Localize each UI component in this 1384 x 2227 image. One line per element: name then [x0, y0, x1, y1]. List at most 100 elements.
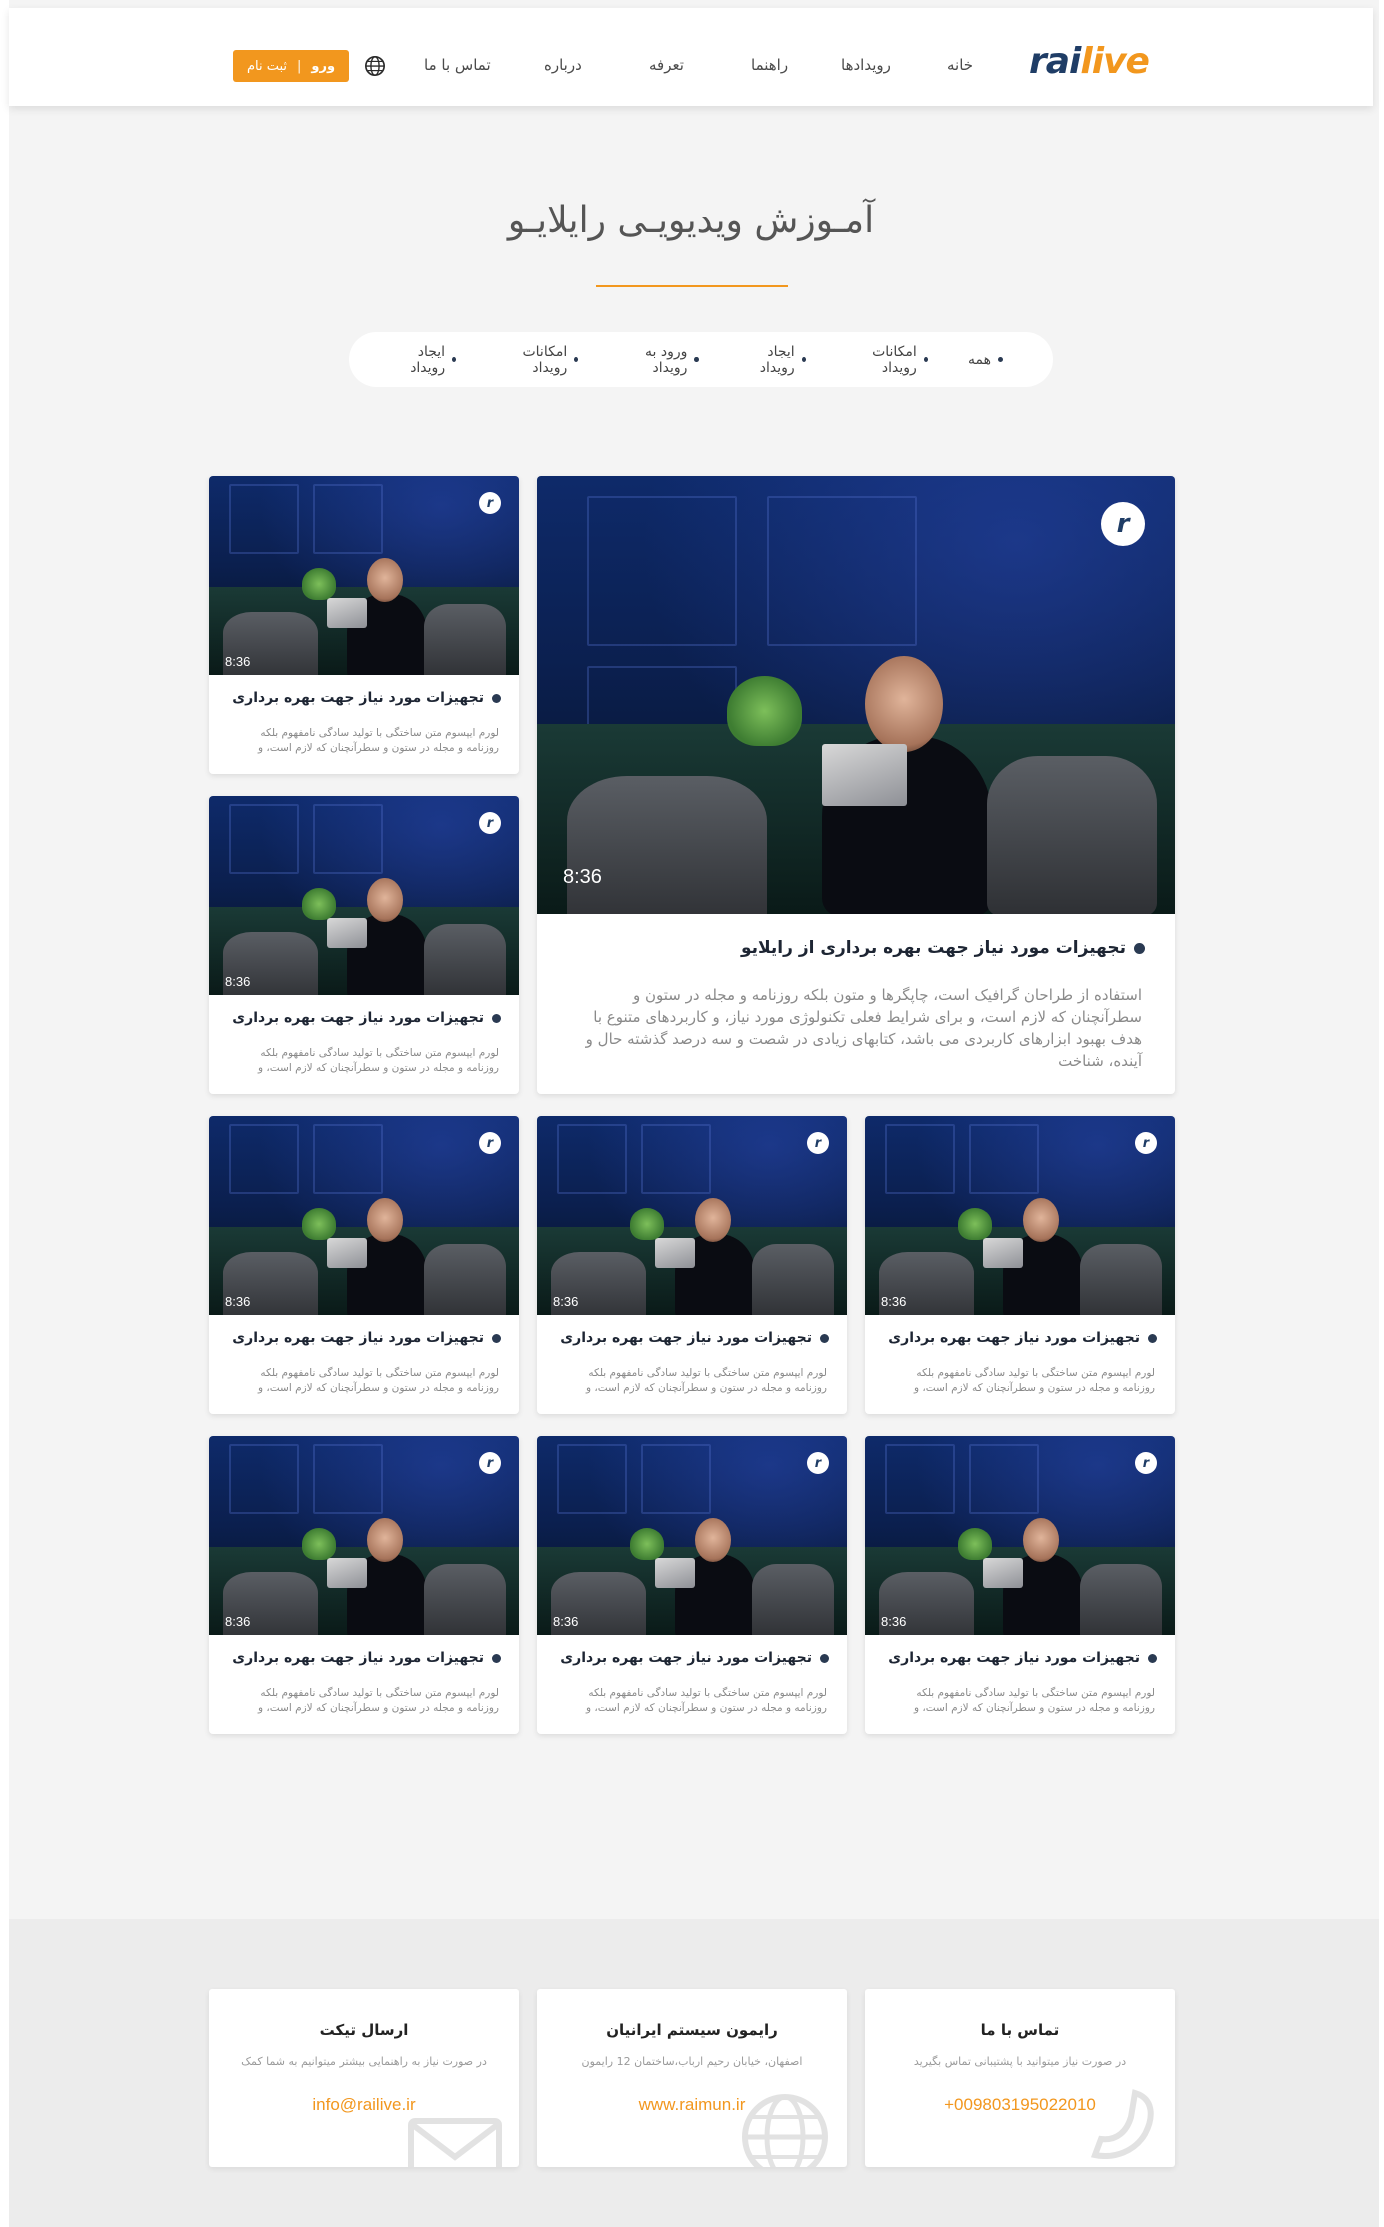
video-title-text: تجهیزات مورد نیاز جهت بهره برداری از رای… [740, 938, 1126, 958]
video-title: تجهیزات مورد نیاز جهت بهره برداری [560, 1330, 829, 1346]
video-thumbnail[interactable]: r 8:36 [209, 476, 519, 675]
video-thumbnail[interactable]: r 8:36 [537, 1436, 847, 1635]
bullet-icon [820, 1333, 829, 1343]
auth-button[interactable]: ورو | ثبت نام [233, 50, 349, 82]
bullet-icon [1134, 942, 1145, 954]
auth-separator: | [297, 58, 302, 74]
globe-icon[interactable] [364, 55, 386, 77]
filter-label: ایجاد رویداد [759, 343, 795, 376]
page-title: آمـوزش ویدیویـی رایلایـو [507, 200, 875, 241]
video-title: تجهیزات مورد نیاز جهت بهره برداری [888, 1650, 1157, 1666]
featured-video-card[interactable]: r 8:36 تجهیزات مورد نیاز جهت بهره برداری… [537, 476, 1175, 1094]
logo[interactable]: rai live [1029, 41, 1150, 82]
video-duration: 8:36 [225, 1614, 251, 1629]
bullet-icon [492, 693, 501, 703]
brand-badge-icon: r [807, 1452, 829, 1474]
footer-card-description: در صورت نیاز میتوانید با پشتیبانی تماس ب… [913, 2055, 1127, 2068]
nav-item-events[interactable]: رویدادها [841, 56, 891, 74]
filter-all[interactable]: همه [968, 352, 1003, 368]
video-title: تجهیزات مورد نیاز جهت بهره برداری [232, 690, 501, 706]
video-description: لورم ایپسوم متن ساختگی با تولید سادگی نا… [257, 727, 499, 754]
video-description: لورم ایپسوم متن ساختگی با تولید سادگی نا… [585, 1687, 827, 1714]
video-thumbnail[interactable]: r 8:36 [865, 1116, 1175, 1315]
brand-badge-icon: r [479, 492, 501, 514]
video-thumbnail[interactable]: r 8:36 [209, 1436, 519, 1635]
video-thumbnail[interactable]: r 8:36 [537, 476, 1175, 914]
bullet-icon [923, 357, 929, 362]
brand-badge-icon: r [807, 1132, 829, 1154]
video-title-text: تجهیزات مورد نیاز جهت بهره برداری [232, 690, 484, 706]
filter-label: امکانات رویداد [522, 343, 568, 376]
video-duration: 8:36 [563, 866, 602, 888]
video-card[interactable]: r 8:36 تجهیزات مورد نیاز جهت بهره برداری… [865, 1436, 1175, 1734]
video-card[interactable]: r 8:36 تجهیزات مورد نیاز جهت بهره برداری… [537, 1116, 847, 1414]
video-description: استفاده از طراحان گرافیک است، چاپگرها و … [585, 986, 1142, 1070]
login-link[interactable]: ورو [311, 59, 335, 74]
filter-create-event[interactable]: ایجاد رویداد [739, 344, 806, 376]
footer-card-title: ارسال تیکت [319, 2021, 409, 2039]
nav-item-guide[interactable]: راهنما [751, 56, 788, 74]
video-title: تجهیزات مورد نیاز جهت بهره برداری [888, 1330, 1157, 1346]
filter-label: امکانات رویداد [872, 343, 917, 376]
bullet-icon [801, 357, 806, 362]
brand-badge-icon: r [1135, 1452, 1157, 1474]
video-card[interactable]: r 8:36 تجهیزات مورد نیاز جهت بهره برداری… [209, 1436, 519, 1734]
video-card[interactable]: r 8:36 تجهیزات مورد نیاز جهت بهره برداری… [537, 1436, 847, 1734]
footer-card-description: در صورت نیاز به راهنمایی بیشتر میتوانیم … [241, 2055, 487, 2068]
globe-icon [742, 2094, 828, 2167]
video-thumbnail[interactable]: r 8:36 [537, 1116, 847, 1315]
nav-item-home[interactable]: خانه [947, 56, 973, 74]
filter-event-features-2[interactable]: امکانات رویداد [496, 343, 579, 376]
title-underline [596, 285, 788, 287]
video-duration: 8:36 [881, 1294, 907, 1309]
video-description: لورم ایپسوم متن ساختگی با تولید سادگی نا… [257, 1047, 499, 1074]
nav-item-pricing[interactable]: تعرفه [649, 56, 684, 74]
video-card[interactable]: r 8:36 تجهیزات مورد نیاز جهت بهره برداری… [209, 1116, 519, 1414]
footer-card-title: رایمون سیستم ایرانیان [606, 2021, 778, 2039]
nav-item-about[interactable]: درباره [544, 56, 582, 74]
video-duration: 8:36 [553, 1294, 579, 1309]
bullet-icon [492, 1653, 501, 1663]
filter-create-event-2[interactable]: ایجاد رویداد [389, 343, 457, 376]
filter-event-features[interactable]: امکانات رویداد [846, 343, 929, 376]
video-card[interactable]: r 8:36 تجهیزات مورد نیاز جهت بهره برداری… [209, 796, 519, 1094]
footer-card-description: اصفهان، خیابان رحیم ارباب،ساختمان 12 رای… [581, 2055, 803, 2068]
filter-join-event[interactable]: ورود به رویداد [618, 344, 699, 376]
video-title: تجهیزات مورد نیاز جهت بهره برداری [232, 1650, 501, 1666]
footer-card-ticket: ارسال تیکت در صورت نیاز به راهنمایی بیشت… [209, 1989, 519, 2167]
video-title: تجهیزات مورد نیاز جهت بهره برداری [560, 1650, 829, 1666]
video-title-text: تجهیزات مورد نیاز جهت بهره برداری [232, 1650, 484, 1666]
video-description: لورم ایپسوم متن ساختگی با تولید سادگی نا… [913, 1367, 1155, 1394]
footer-card-company: رایمون سیستم ایرانیان اصفهان، خیابان رحی… [537, 1989, 847, 2167]
footer: تماس با ما در صورت نیاز میتوانید با پشتی… [9, 1919, 1379, 2227]
video-description: لورم ایپسوم متن ساختگی با تولید سادگی نا… [585, 1367, 827, 1394]
video-title-text: تجهیزات مورد نیاز جهت بهره برداری [888, 1330, 1140, 1346]
video-card[interactable]: r 8:36 تجهیزات مورد نیاز جهت بهره برداری… [209, 476, 519, 774]
video-thumbnail[interactable]: r 8:36 [209, 1116, 519, 1315]
bullet-icon [492, 1013, 501, 1023]
footer-card-title: تماس با ما [980, 2021, 1060, 2039]
video-card[interactable]: r 8:36 تجهیزات مورد نیاز جهت بهره برداری… [865, 1116, 1175, 1414]
brand-badge-icon: r [1101, 502, 1145, 546]
video-thumbnail[interactable]: r 8:36 [209, 796, 519, 995]
filter-label: ایجاد رویداد [410, 343, 446, 376]
bullet-icon [1148, 1653, 1157, 1663]
logo-part-2: live [1080, 41, 1150, 82]
nav-item-contact[interactable]: تماس با ما [424, 56, 491, 74]
video-description: لورم ایپسوم متن ساختگی با تولید سادگی نا… [913, 1687, 1155, 1714]
brand-badge-icon: r [479, 1452, 501, 1474]
brand-badge-icon: r [479, 1132, 501, 1154]
email-link[interactable]: info@railive.ir [209, 2095, 519, 2115]
video-thumbnail[interactable]: r 8:36 [865, 1436, 1175, 1635]
video-duration: 8:36 [225, 654, 251, 669]
filter-label: همه [968, 351, 991, 368]
bullet-icon [452, 357, 457, 362]
filter-bar: همه امکانات رویداد ایجاد رویداد ورود به … [349, 332, 1053, 387]
logo-part-1: rai [1029, 41, 1081, 82]
header: rai live خانه رویدادها راهنما تعرفه دربار… [9, 8, 1373, 106]
envelope-icon [408, 2118, 502, 2167]
video-title: تجهیزات مورد نیاز جهت بهره برداری از رای… [741, 938, 1145, 958]
bullet-icon [1148, 1333, 1157, 1343]
video-duration: 8:36 [881, 1614, 907, 1629]
register-link[interactable]: ثبت نام [247, 59, 287, 74]
